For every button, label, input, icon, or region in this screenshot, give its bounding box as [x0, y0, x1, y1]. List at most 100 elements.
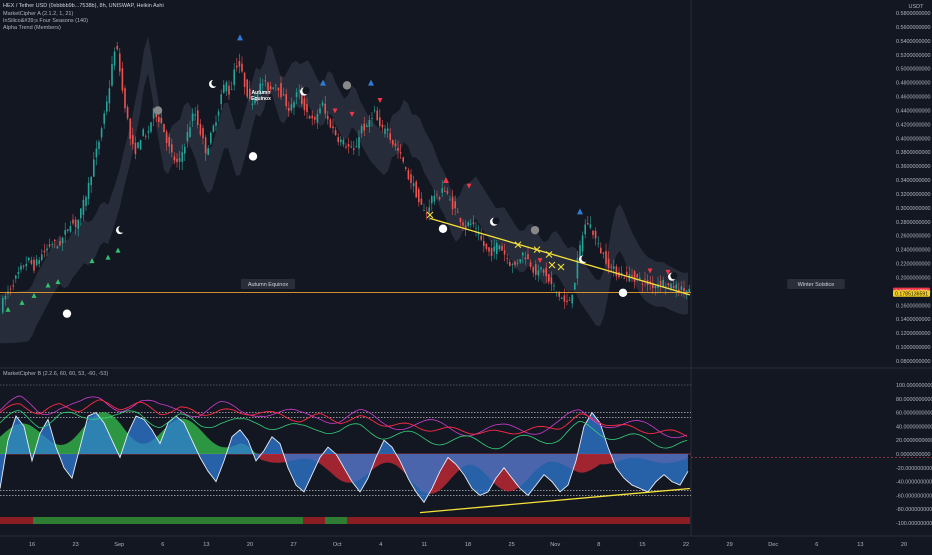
oscillator-tick-label[interactable]: 100.0000000000	[896, 383, 932, 389]
candle-body	[631, 275, 633, 277]
time-tick-label[interactable]: 11	[421, 542, 427, 548]
time-tick-label[interactable]: Sep	[114, 542, 124, 548]
candle-body	[150, 122, 152, 132]
candle-body	[4, 295, 7, 300]
price-badge[interactable]: 0.1785136591	[893, 290, 930, 297]
candle-body	[106, 101, 108, 112]
time-tick-label[interactable]: 18	[465, 542, 471, 548]
candle-body	[579, 245, 581, 258]
candle-body	[288, 108, 290, 111]
chart-svg[interactable]: Autumn Equinox Winter SolsticeAutumnEquin…	[0, 0, 932, 550]
price-tick-label[interactable]: 0.1600000000	[896, 303, 930, 309]
price-tick-label[interactable]: 0.3000000000	[896, 206, 930, 212]
candle-body	[25, 264, 27, 267]
price-tick-label[interactable]: 0.3200000000	[896, 192, 930, 198]
candle-body	[9, 288, 12, 290]
oscillator-tick-label[interactable]: 80.0000000000	[896, 397, 932, 403]
chart-canvas[interactable]: Autumn Equinox Winter Solstice Autumn Equin…	[0, 0, 932, 550]
candle-body	[605, 251, 607, 264]
time-tick-label[interactable]: 8	[597, 542, 600, 548]
oscillator-tick-label[interactable]: 40.0000000000	[896, 424, 932, 430]
price-tick-label[interactable]: 0.5000000000	[896, 67, 930, 73]
price-tick-label[interactable]: 0.4000000000	[896, 136, 930, 142]
candle-body	[626, 271, 628, 276]
candle-body	[223, 84, 225, 93]
price-tick-label[interactable]: 0.2400000000	[896, 248, 930, 254]
candle-body	[639, 277, 641, 280]
candle-body	[550, 277, 553, 285]
candle-body	[516, 262, 519, 264]
candle-body	[670, 283, 672, 290]
autumn-equinox-label[interactable]: Autumn Equinox	[240, 279, 296, 289]
price-tick-label[interactable]: 0.2800000000	[896, 220, 930, 226]
candle-body	[548, 274, 550, 282]
time-tick-label[interactable]: 25	[508, 542, 514, 548]
time-tick-label[interactable]: 13	[203, 542, 209, 548]
candle-body	[207, 148, 209, 155]
price-tick-label[interactable]: 0.4400000000	[896, 108, 930, 114]
candle-body	[64, 230, 66, 235]
time-tick-label[interactable]: 20	[901, 542, 907, 548]
price-tick-label[interactable]: 0.2000000000	[896, 275, 930, 281]
oscillator-tick-label[interactable]: 0.0000000000	[896, 452, 930, 458]
indicator-legend-1[interactable]: MarketCipher A (2.1.2, 1, 21)	[3, 11, 73, 18]
time-tick-label[interactable]: 22	[683, 542, 689, 548]
candle-body	[386, 128, 389, 131]
price-tick-label[interactable]: 0.3400000000	[896, 178, 930, 184]
time-tick-label[interactable]: Dec	[768, 542, 778, 548]
price-tick-label[interactable]: 0.1400000000	[896, 317, 930, 323]
time-tick-label[interactable]: 29	[726, 542, 732, 548]
oscillator-tick-label[interactable]: -20.0000000000	[896, 466, 932, 472]
oscillator-tick-label[interactable]: 20.0000000000	[896, 438, 932, 444]
candle-body	[581, 235, 584, 252]
svg-text:Winter Solstice: Winter Solstice	[798, 282, 835, 288]
oscillator-tick-label[interactable]: 60.0000000000	[896, 411, 932, 417]
price-tick-label[interactable]: 0.2600000000	[896, 234, 930, 240]
price-tick-label[interactable]: 0.5400000000	[896, 39, 930, 45]
price-tick-label[interactable]: 0.4600000000	[896, 95, 930, 101]
oscillator-tick-label[interactable]: -100.0000000000	[896, 521, 932, 527]
candle-body	[189, 127, 191, 137]
price-tick-label[interactable]: 0.3800000000	[896, 150, 930, 156]
candle-body	[251, 103, 254, 106]
oscillator-tick-label[interactable]: -40.0000000000	[896, 480, 932, 486]
time-tick-label[interactable]: 20	[247, 542, 253, 548]
candle-body	[100, 128, 103, 138]
candle-body	[293, 102, 295, 108]
candle-body	[124, 88, 126, 109]
time-tick-label[interactable]: 27	[290, 542, 296, 548]
candle-body	[111, 63, 113, 86]
indicator-legend-2[interactable]: InSilico&#39;s Four Seasons (140)	[3, 18, 88, 25]
price-tick-label[interactable]: 0.3600000000	[896, 164, 930, 170]
winter-solstice-label[interactable]: Winter Solstice	[787, 279, 845, 289]
candle-body	[269, 86, 272, 90]
time-tick-label[interactable]: 23	[72, 542, 78, 548]
indicator-legend-3[interactable]: Alpha Trend (Members)	[3, 25, 61, 32]
time-tick-label[interactable]: Oct	[333, 542, 342, 548]
time-tick-label[interactable]: 4	[379, 542, 382, 548]
price-tick-label[interactable]: 0.1000000000	[896, 345, 930, 351]
price-tick-label[interactable]: 0.2200000000	[896, 262, 930, 268]
candle-body	[347, 144, 350, 147]
candle-body	[399, 152, 402, 154]
time-tick-label[interactable]: 13	[857, 542, 863, 548]
price-tick-label[interactable]: 0.0800000000	[896, 359, 930, 365]
oscillator-tick-label[interactable]: -60.0000000000	[896, 493, 932, 499]
price-tick-label[interactable]: 0.5600000000	[896, 25, 930, 31]
price-tick-label[interactable]: 0.5800000000	[896, 11, 930, 17]
price-tick-label[interactable]: 0.1200000000	[896, 331, 930, 337]
candle-body	[61, 237, 64, 244]
price-tick-label[interactable]: 0.5200000000	[896, 53, 930, 59]
time-tick-label[interactable]: 6	[815, 542, 818, 548]
time-tick-label[interactable]: 6	[161, 542, 164, 548]
time-tick-label[interactable]: Nov	[550, 542, 560, 548]
candle-body	[431, 196, 433, 204]
price-tick-label[interactable]: 0.4800000000	[896, 81, 930, 87]
price-tick-label[interactable]: 0.4200000000	[896, 122, 930, 128]
oscillator-legend[interactable]: MarketCipher B (2.2.6, 60, 60, 53, -60, …	[3, 371, 108, 378]
oscillator-tick-label[interactable]: -80.0000000000	[896, 507, 932, 513]
candle-body	[2, 298, 4, 313]
time-tick-label[interactable]: 16	[29, 542, 35, 548]
candle-body	[98, 141, 100, 149]
time-tick-label[interactable]: 15	[639, 542, 645, 548]
